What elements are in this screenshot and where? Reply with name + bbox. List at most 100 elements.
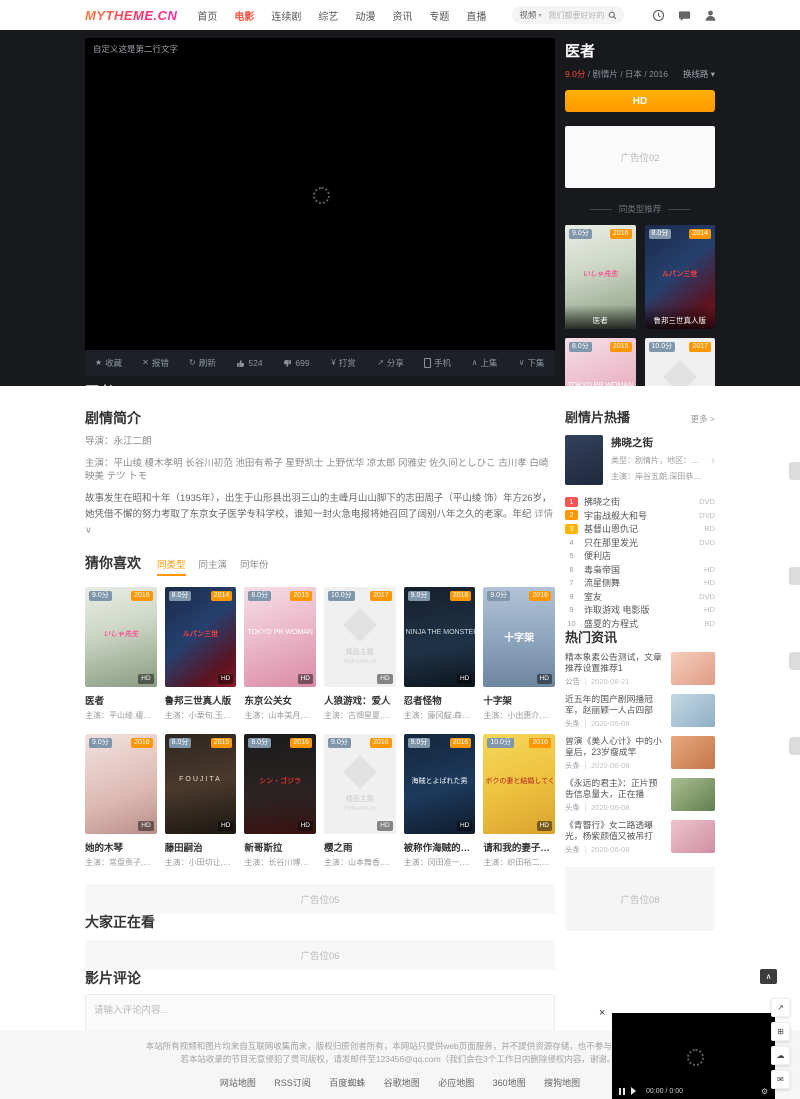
recommend-card[interactable]: ルパン三世 8.0分 2014 鲁邦三世真人版	[645, 225, 716, 329]
reward-label: 打赏	[339, 357, 356, 369]
recommend-card[interactable]: TOKYO PR WOMAN 8.0分 2015 东京公关女	[565, 338, 636, 386]
news-item[interactable]: 精本象素公告测试，文章推荐设置推荐1 公告2020-06-21	[565, 652, 715, 687]
rank-item[interactable]: 7流星侧舞HD	[565, 576, 715, 590]
settings-gear-icon[interactable]: ⚙	[761, 1087, 768, 1096]
nav-item-series[interactable]: 连续剧	[271, 8, 301, 23]
movie-cast: 主演：常盘贵子,池松壮亮,尾	[85, 857, 157, 868]
movie-card[interactable]: 海賊とよばれた男 9.0分 2016 HD 被称作海贼的男人 主演：冈田准一,吉…	[404, 734, 476, 868]
tab-same-type[interactable]: 同类型	[157, 557, 186, 576]
float-qr-button[interactable]: ↗	[771, 998, 790, 1017]
nav-item-home[interactable]: 首页	[197, 8, 217, 23]
line-switch-dropdown[interactable]: 换线路 ▾	[683, 68, 715, 80]
nav-item-variety[interactable]: 综艺	[318, 8, 338, 23]
edge-widget-tab[interactable]	[789, 737, 800, 755]
movie-cast: 主演：小出惠介,木村文乃,富	[483, 710, 555, 721]
nav-item-live[interactable]: 直播	[466, 8, 486, 23]
nav-item-movies[interactable]: 电影	[234, 8, 254, 23]
refresh-icon: ↻	[189, 359, 196, 367]
score-badge: 10.0分	[328, 591, 355, 601]
movie-card[interactable]: 精品主题 mytheme.cn 9.0分 2016 HD 樱之雨 主演：山本舞香…	[324, 734, 396, 868]
rank-item[interactable]: 6毒枭帝国HD	[565, 563, 715, 577]
rank-item[interactable]: 1拂晓之街DVD	[565, 495, 715, 509]
user-icon[interactable]	[704, 9, 717, 22]
prev-episode-button[interactable]: ∧上集	[461, 357, 508, 369]
movie-card[interactable]: ボクの妻と結婚してください。 10.0分 2016 HD 请和我的妻子结婚 主演…	[483, 734, 555, 868]
like-button[interactable]: 524	[226, 358, 273, 368]
year-badge: 2017	[370, 591, 392, 601]
rank-item[interactable]: 10盛夏的方程式BD	[565, 617, 715, 631]
news-item[interactable]: 《永远的君主》：正片预告信息量大，正在播 头条2020-06-08	[565, 778, 715, 813]
site-logo[interactable]: MYTHEME.CN	[85, 8, 177, 23]
mini-player[interactable]: × 00:00 / 0:00 ⚙	[612, 1013, 775, 1099]
movie-card[interactable]: FOUJITA 8.0分 2015 HD 藤田嗣治 主演：小田切让,中谷美纪,安	[165, 734, 237, 868]
movie-card[interactable]: ルパン三世 8.0分 2014 HD 鲁邦三世真人版 主演：小栗旬,玉山铁二,绫…	[165, 587, 237, 721]
news-tag: 公告	[565, 677, 586, 686]
float-message-button[interactable]: ✉	[771, 1070, 790, 1089]
news-item[interactable]: 《青簪行》女二路透曝光，杨紫颜值又被吊打 头条2020-06-08	[565, 820, 715, 855]
back-to-top-button[interactable]: ∧	[760, 969, 777, 984]
rank-item[interactable]: 9诈取游戏 电影版HD	[565, 603, 715, 617]
rank-item[interactable]: 3基督山恩仇记BD	[565, 522, 715, 536]
footer-link-baidu[interactable]: 百度蜘蛛	[329, 1076, 365, 1089]
mobile-button[interactable]: 手机	[414, 357, 461, 369]
next-episode-button[interactable]: ∨下集	[508, 357, 555, 369]
share-label: 分享	[387, 357, 404, 369]
favorite-button[interactable]: ★收藏	[85, 357, 132, 369]
recommend-card[interactable]: いしゃ先生 9.0分 2016 医者	[565, 225, 636, 329]
featured-item[interactable]: 拂晓之街 类型：剧情片，地区：日本 主演：岸谷五朗,深田恭子,木村 ›	[565, 435, 715, 485]
nav-item-news[interactable]: 资讯	[392, 8, 412, 23]
video-player[interactable]: 自定义这是第二行文字	[85, 38, 555, 350]
float-apps-button[interactable]: ⊞	[771, 1022, 790, 1041]
message-icon[interactable]	[678, 9, 691, 22]
rank-item[interactable]: 2宇宙战舰大和号DVD	[565, 509, 715, 523]
edge-widget-tab[interactable]	[789, 462, 800, 480]
movie-card[interactable]: NINJA THE MONSTER 9.0分 2016 HD 忍者怪物 主演：藤…	[404, 587, 476, 721]
footer-link-sogou[interactable]: 搜狗地图	[544, 1076, 580, 1089]
float-cloud-button[interactable]: ☁	[771, 1046, 790, 1065]
episode-hd-button[interactable]: HD	[565, 90, 715, 112]
edge-widget-tab[interactable]	[789, 652, 800, 670]
dislike-button[interactable]: 699	[273, 358, 320, 368]
news-date: 2020-06-08	[591, 845, 629, 854]
footer-link-sitemap[interactable]: 网站地图	[220, 1076, 256, 1089]
footer-link-bing[interactable]: 必应地图	[438, 1076, 474, 1089]
footer-link-360[interactable]: 360地图	[493, 1076, 526, 1089]
rank-item[interactable]: 4只在那里发光DVD	[565, 536, 715, 550]
refresh-button[interactable]: ↻刷新	[179, 357, 226, 369]
movie-card[interactable]: いしゃ先生 9.0分 2016 HD 医者 主演：平山绫,榎木孝明,长谷	[85, 587, 157, 721]
rank-title: 盛夏的方程式	[584, 617, 699, 630]
mini-player-close-icon[interactable]: ×	[599, 1007, 605, 1019]
news-item[interactable]: 曾演《美人心计》中的小皇后，23岁瘦成竿 头条2020-06-08	[565, 736, 715, 771]
history-icon[interactable]	[652, 9, 665, 22]
player-toolbar: ★收藏 ✕报错 ↻刷新 524 699 ¥打赏 ↗分享 手机 ∧上集 ∨下集	[85, 350, 555, 376]
footer-link-google[interactable]: 谷歌地图	[384, 1076, 420, 1089]
footer-link-rss[interactable]: RSS订阅	[274, 1076, 311, 1089]
tab-same-year[interactable]: 同年份	[240, 557, 269, 576]
right-sidebar: 剧情片热播 更多 > 拂晓之街 类型：剧情片，地区：日本 主演：岸谷五朗,深田恭…	[565, 386, 715, 1073]
tab-same-cast[interactable]: 同主演	[199, 557, 228, 576]
movie-card[interactable]: 9.0分 2016 HD 她的木琴 主演：常盘贵子,池松壮亮,尾	[85, 734, 157, 868]
recommend-card[interactable]: 10.0分 2017 人狼游戏：爱人	[645, 338, 716, 386]
edge-widget-tab[interactable]	[789, 567, 800, 585]
news-item[interactable]: 近五年的国产剧网播冠军，赵丽颖一人占四部 头条2020-06-08	[565, 694, 715, 729]
rank-item[interactable]: 8室友DVD	[565, 590, 715, 604]
movie-card[interactable]: シン・ゴジラ 8.0分 2016 HD 新哥斯拉 主演：长谷川博己,竹野内丰,	[244, 734, 316, 868]
more-link[interactable]: 更多 >	[691, 413, 715, 425]
movie-card[interactable]: 精品主题 mytheme.cn 10.0分 2017 HD 人狼游戏：爱人 主演…	[324, 587, 396, 721]
search-input[interactable]	[546, 10, 608, 21]
volume-icon[interactable]	[631, 1087, 640, 1095]
nav-item-anime[interactable]: 动漫	[355, 8, 375, 23]
movie-card[interactable]: 十字架 9.0分 2016 HD 十字架 主演：小出惠介,木村文乃,富	[483, 587, 555, 721]
movie-card[interactable]: TOKYO PR WOMAN 8.0分 2015 HD 东京公关女 主演：山本美…	[244, 587, 316, 721]
nav-item-topics[interactable]: 专题	[429, 8, 449, 23]
news-text: 《青簪行》女二路透曝光，杨紫颜值又被吊打 头条2020-06-08	[565, 820, 663, 855]
reward-button[interactable]: ¥打赏	[320, 357, 367, 369]
rank-item[interactable]: 5便利店	[565, 549, 715, 563]
search-category-select[interactable]: 视频 ▾	[519, 9, 541, 21]
search-icon[interactable]	[608, 11, 617, 20]
year-badge: 2016	[450, 738, 472, 748]
pause-icon[interactable]	[619, 1088, 625, 1095]
synopsis-text: 故事发生在昭和十年（1935年），出生于山形县出羽三山的主峰月山山脚下的志田周子…	[85, 491, 555, 539]
share-button[interactable]: ↗分享	[367, 357, 414, 369]
report-button[interactable]: ✕报错	[132, 357, 179, 369]
